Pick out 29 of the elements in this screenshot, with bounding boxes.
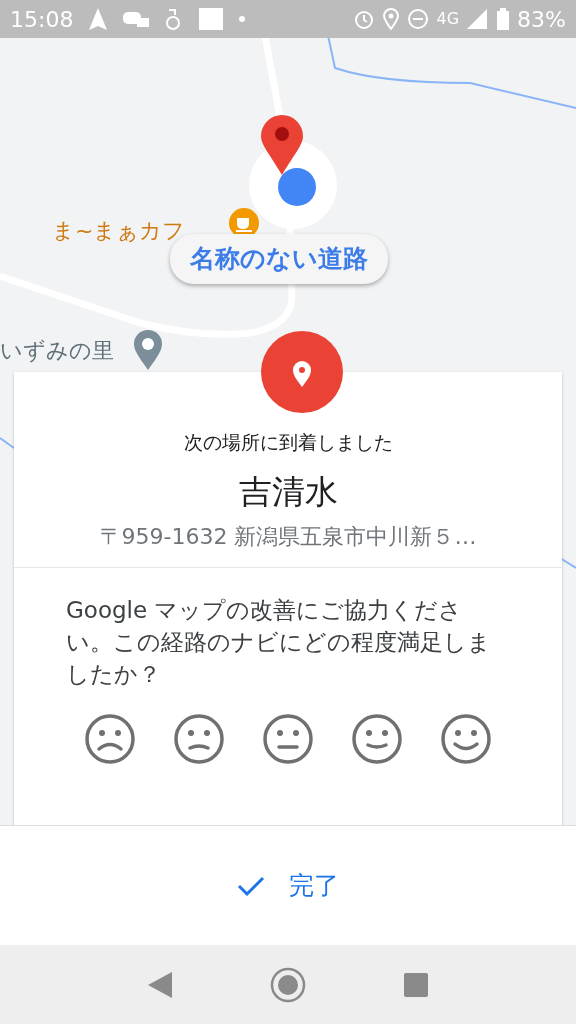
place-name: 吉清水 (237, 470, 339, 513)
recents-icon[interactable] (404, 972, 428, 997)
notification-icon (123, 9, 150, 29)
done-button[interactable]: 完了 (231, 865, 345, 906)
location-icon (382, 8, 399, 30)
arrival-heading: 次の場所に到着しました (182, 430, 394, 455)
rating-face-button[interactable] (351, 712, 403, 765)
rating-face-button[interactable] (173, 712, 225, 765)
place-pin-icon (134, 330, 162, 370)
rating-face-button[interactable] (84, 712, 136, 765)
alarm-icon (352, 8, 375, 30)
survey-question: Google マップの改善にご協力ください。この経路のナビにどの程度満足しましたか？ (65, 596, 492, 690)
place-label[interactable]: いずみの里 (0, 334, 114, 367)
rating-face-button[interactable] (440, 712, 492, 765)
home-icon[interactable] (270, 966, 306, 1003)
app-icon (199, 8, 224, 30)
do-not-disturb-icon (406, 8, 429, 30)
rating-face-button[interactable] (262, 712, 314, 765)
battery-percentage: 83% (517, 5, 566, 34)
checkmark-icon (237, 874, 265, 897)
back-icon[interactable] (148, 971, 172, 998)
navigation-arrow-icon (89, 8, 108, 30)
signal-icon (467, 9, 490, 29)
dot-icon (239, 16, 246, 22)
status-time: 15:08 (10, 5, 74, 34)
map-pin-icon (261, 115, 303, 175)
battery-icon (497, 8, 510, 30)
network-type: 4G (436, 8, 460, 30)
address: 〒959-1632 新潟県五泉市中川新５… (98, 523, 478, 551)
